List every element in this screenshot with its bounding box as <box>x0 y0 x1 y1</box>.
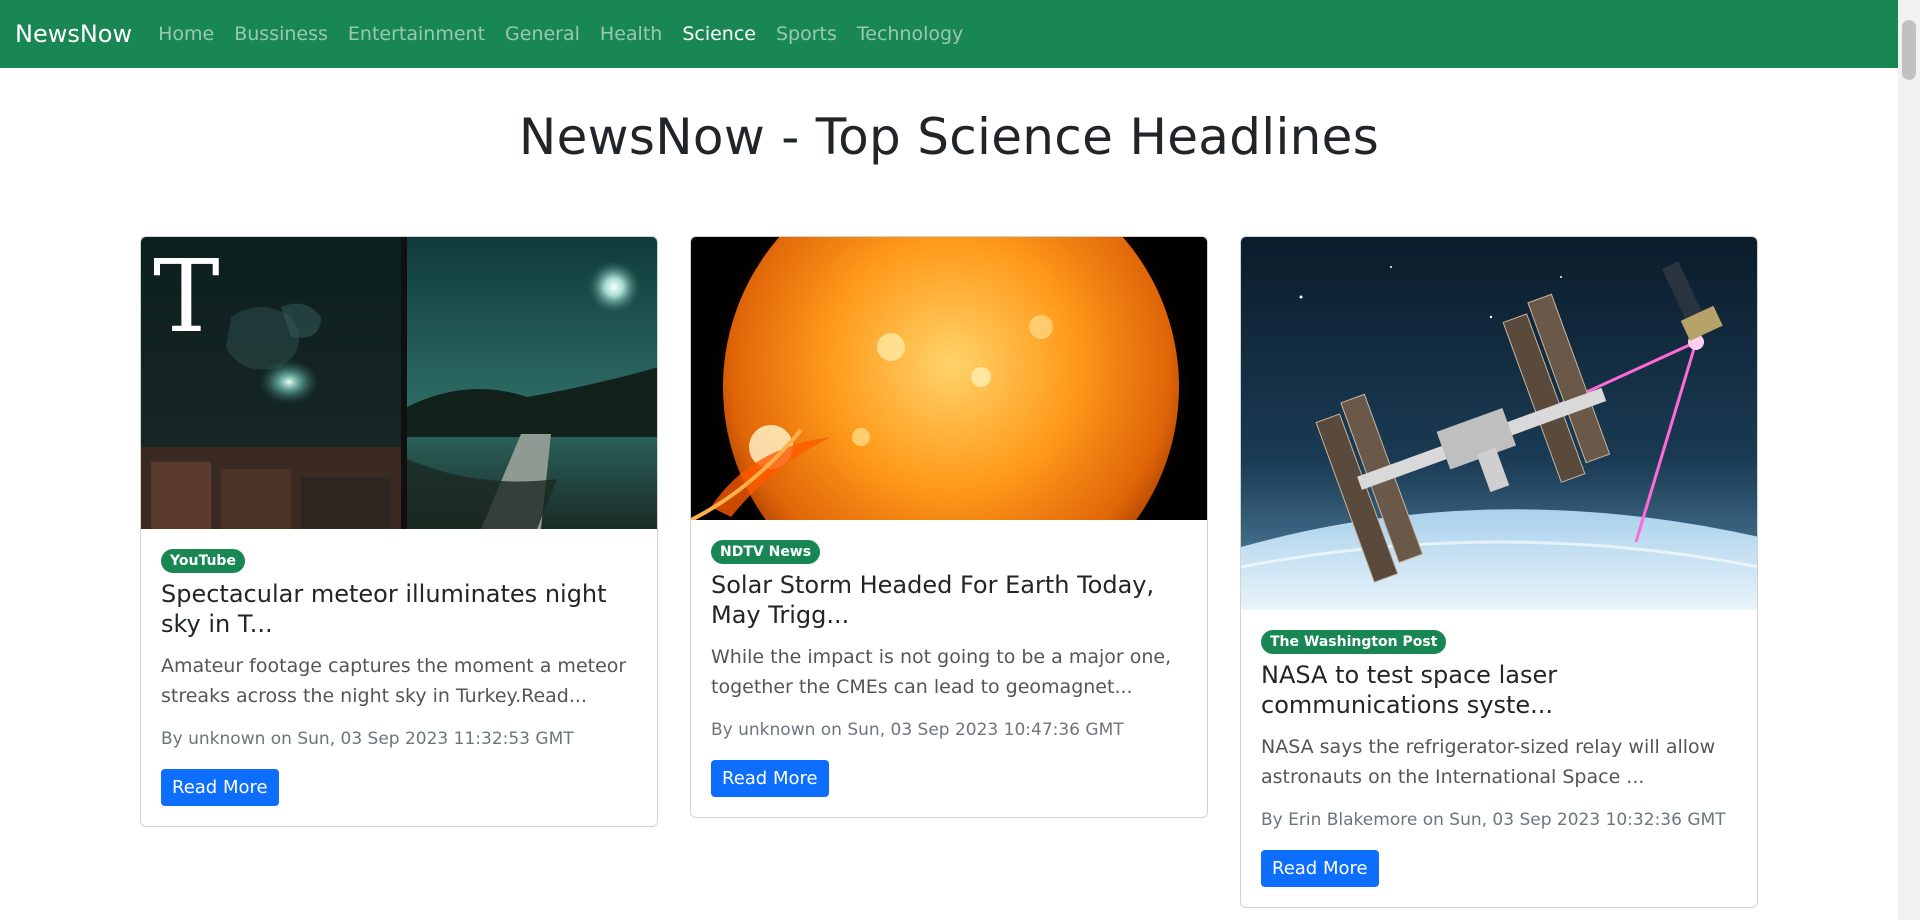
telegraph-logo: T <box>153 238 220 355</box>
meteor-image: T <box>141 237 657 529</box>
read-more-button[interactable]: Read More <box>161 769 279 806</box>
nav-link-science[interactable]: Science <box>672 23 766 45</box>
brand-logo[interactable]: NewsNow <box>15 20 132 48</box>
article-description: NASA says the refrigerator-sized relay w… <box>1261 736 1716 788</box>
article-image-solar <box>691 237 1207 520</box>
article-description: Amateur footage captures the moment a me… <box>161 655 627 707</box>
sun-image <box>691 237 1207 520</box>
article-body: The Washington Post NASA to test space l… <box>1241 610 1757 907</box>
article-card-meteor: T YouTube Spectacular meteor illuminates… <box>140 236 658 827</box>
page-title: NewsNow - Top Science Headlines <box>518 108 1380 166</box>
article-description: While the impact is not going to be a ma… <box>711 646 1172 698</box>
nav-link-health[interactable]: Health <box>590 23 672 45</box>
article-byline: By Erin Blakemore on Sun, 03 Sep 2023 10… <box>1261 810 1726 830</box>
article-byline: By unknown on Sun, 03 Sep 2023 10:47:36 … <box>711 720 1124 740</box>
article-body: NDTV News Solar Storm Headed For Earth T… <box>691 520 1207 817</box>
scrollbar-thumb[interactable] <box>1902 20 1916 80</box>
article-image-meteor: T <box>141 237 657 529</box>
nav-link-sports[interactable]: Sports <box>766 23 847 45</box>
nav-link-home[interactable]: Home <box>148 23 224 45</box>
article-title: Solar Storm Headed For Earth Today, May … <box>711 571 1155 629</box>
article-card-solar: NDTV News Solar Storm Headed For Earth T… <box>690 236 1208 818</box>
nav-link-business[interactable]: Bussiness <box>224 23 338 45</box>
article-card-nasa: The Washington Post NASA to test space l… <box>1240 236 1758 908</box>
nav-links: Home Bussiness Entertainment General Hea… <box>148 23 973 45</box>
nav-link-entertainment[interactable]: Entertainment <box>338 23 495 45</box>
article-title: NASA to test space laser communications … <box>1261 661 1558 719</box>
article-title: Spectacular meteor illuminates night sky… <box>161 580 607 638</box>
article-byline: By unknown on Sun, 03 Sep 2023 11:32:53 … <box>161 729 574 749</box>
source-badge: The Washington Post <box>1261 630 1447 654</box>
source-badge: NDTV News <box>711 540 821 564</box>
article-body: YouTube Spectacular meteor illuminates n… <box>141 529 657 826</box>
iss-laser-image <box>1241 237 1757 610</box>
read-more-button[interactable]: Read More <box>1261 850 1379 887</box>
nav-link-technology[interactable]: Technology <box>847 23 973 45</box>
nav-link-general[interactable]: General <box>495 23 590 45</box>
top-navbar: NewsNow Home Bussiness Entertainment Gen… <box>0 0 1898 68</box>
read-more-button[interactable]: Read More <box>711 760 829 797</box>
article-image-nasa <box>1241 237 1757 610</box>
source-badge: YouTube <box>161 549 245 573</box>
vertical-scrollbar[interactable] <box>1898 0 1920 920</box>
